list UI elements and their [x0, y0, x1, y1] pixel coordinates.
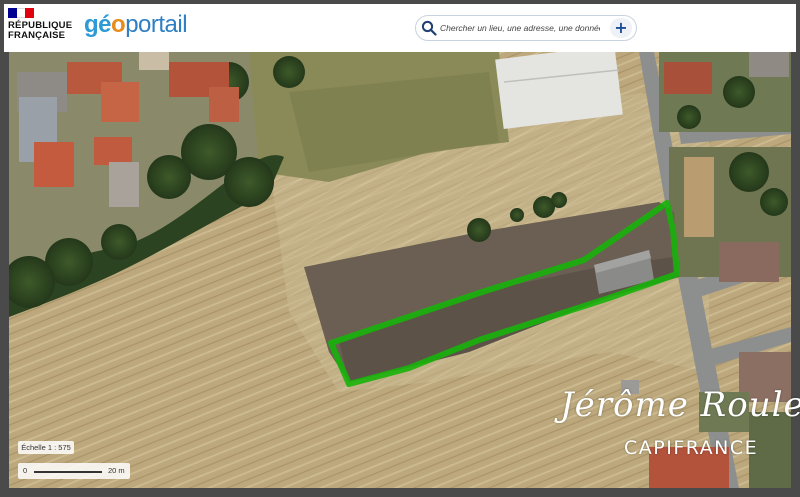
scale-label: Échelle 1 : 575	[18, 441, 74, 454]
search-bar: +	[415, 15, 637, 41]
republique-francaise-logo[interactable]: RÉPUBLIQUE FRANÇAISE	[8, 8, 78, 41]
scale-line	[34, 471, 102, 473]
scale-distance: 20 m	[108, 466, 125, 475]
logo-part-portail: portail	[125, 11, 188, 38]
geoportail-logo[interactable]: géoportail	[84, 11, 188, 38]
republique-text-line2: FRANÇAISE	[8, 30, 66, 41]
scale-zero: 0	[23, 466, 28, 475]
search-icon[interactable]	[421, 20, 437, 36]
logo-part-o: o	[111, 11, 126, 38]
watermark-brand: CAPIFRANCE	[624, 437, 759, 459]
french-flag-icon	[8, 8, 35, 18]
logo-part-ge: gé	[84, 11, 112, 38]
plus-icon: +	[614, 18, 628, 37]
search-input[interactable]	[440, 18, 600, 38]
watermark-agent-name: Jérôme Roulet	[560, 385, 800, 425]
add-data-button[interactable]: +	[610, 18, 632, 38]
scale-bar: 0 20 m	[18, 463, 130, 479]
agent-watermark: Jérôme Roulet CAPIFRANCE	[560, 385, 800, 465]
